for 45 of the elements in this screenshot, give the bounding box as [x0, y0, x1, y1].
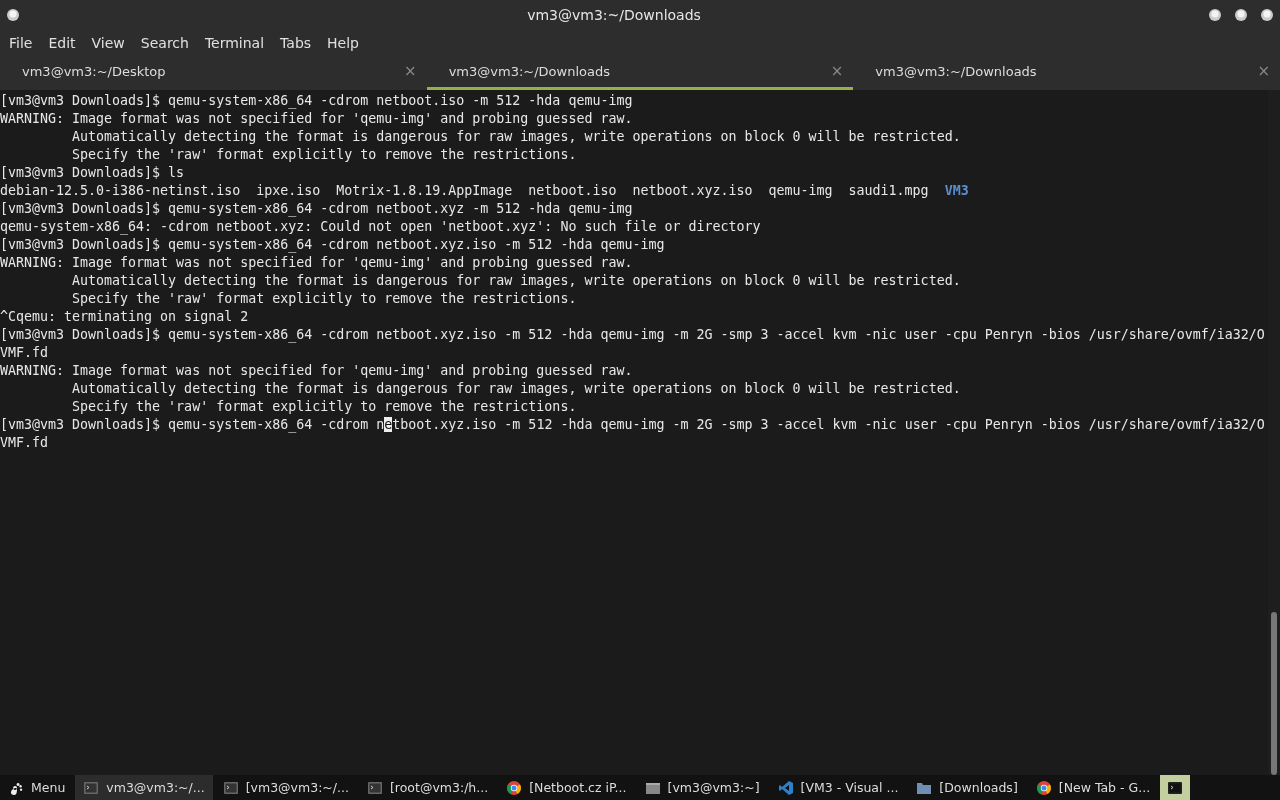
terminal-line: [vm3@vm3 Downloads]$ qemu-system-x86_64 -cdrom netboot.xyz.iso -m 512 -hda qemu-img: [0, 236, 666, 254]
terminal-line: [vm3@vm3 Downloads]$ qemu-system-x86_64 -cdrom netboot.xyz.iso -m 512 -hda qemu-img -m 2G -smp 3 -accel kvm -nic user -cpu Penryn -bios /usr/share/ovmf/ia32/O: [0, 416, 1266, 434]
terminal-line: [vm3@vm3 Downloads]$ ls: [0, 164, 186, 182]
menu-item[interactable]: Tabs: [273, 34, 319, 51]
taskbar-item[interactable]: [VM3 - Visual ...: [769, 775, 907, 800]
taskbar-item[interactable]: [vm3@vm3:~/...: [214, 775, 357, 800]
tab-close-button[interactable]: ×: [404, 62, 417, 80]
terminal-line: Automatically detecting the format is dangerous for raw images, write operations on block 0 will be restricted.: [71, 272, 962, 290]
terminal-tab[interactable]: vm3@vm3:~/Downloads ×: [853, 55, 1280, 90]
menu-item[interactable]: View: [84, 34, 132, 51]
taskbar-item[interactable]: [Netboot.cz iP...: [498, 775, 635, 800]
terminal-line: [vm3@vm3 Downloads]$ qemu-system-x86_64 -cdrom netboot.xyz.iso -m 512 -hda qemu-img -m 2G -smp 3 -accel kvm -nic user -cpu Penryn -bios /usr/share/ovmf/ia32/O: [0, 326, 1266, 344]
terminal-line: WARNING: Image format was not specified for 'qemu-img' and probing guessed raw.: [0, 254, 634, 272]
taskbar-item[interactable]: [New Tab - G...: [1027, 775, 1159, 800]
terminal-line: qemu-system-x86_64: -cdrom netboot.xyz: Could not open 'netboot.xyz': No such file or directory: [0, 218, 762, 236]
taskbar-item[interactable]: [vm3@vm3:~]: [636, 775, 768, 800]
taskbar-item[interactable]: vm3@vm3:~/...: [75, 775, 213, 800]
tab-close-button[interactable]: ×: [1257, 62, 1270, 80]
menu-item[interactable]: Search: [133, 34, 196, 51]
terminal-line: VMF.fd: [0, 344, 50, 362]
terminal-line: WARNING: Image format was not specified for 'qemu-img' and probing guessed raw.: [0, 362, 634, 380]
tab-label: vm3@vm3:~/Downloads: [875, 63, 1037, 79]
terminal-line: Automatically detecting the format is dangerous for raw images, write operations on block 0 will be restricted.: [71, 380, 962, 398]
terminal-line: Automatically detecting the format is dangerous for raw images, write operations on block 0 will be restricted.: [71, 128, 962, 146]
tab-label: vm3@vm3:~/Downloads: [448, 63, 610, 79]
menu-item[interactable]: Terminal: [197, 34, 272, 51]
menu-button[interactable]: Menu: [0, 775, 74, 800]
tab-label: vm3@vm3:~/Desktop: [22, 63, 166, 79]
terminal-line: [vm3@vm3 Downloads]$ qemu-system-x86_64 -cdrom netboot.iso -m 512 -hda qemu-img: [0, 92, 634, 110]
terminal-line: Specify the 'raw' format explicitly to remove the restrictions.: [71, 146, 578, 164]
terminal-line: VMF.fd: [0, 434, 50, 452]
terminal-line: debian-12.5.0-i386-netinst.iso ipxe.iso Motrix-1.8.19.AppImage netboot.iso netboot.xyz.iso qemu-img saudi1.mpg VM3: [0, 182, 970, 200]
terminal-line: [vm3@vm3 Downloads]$ qemu-system-x86_64 -cdrom netboot.xyz -m 512 -hda qemu-img: [0, 200, 634, 218]
terminal-line: ^Cqemu: terminating on signal 2: [0, 308, 250, 326]
taskbar-item[interactable]: [root@vm3:/h...: [358, 775, 497, 800]
tab-close-button[interactable]: ×: [830, 62, 844, 80]
terminal-tab[interactable]: vm3@vm3:~/Desktop ×: [0, 55, 427, 90]
taskbar-item[interactable]: [Downloads]: [908, 775, 1026, 800]
terminal-line: Specify the 'raw' format explicitly to remove the restrictions.: [71, 398, 578, 416]
terminal-line: Specify the 'raw' format explicitly to remove the restrictions.: [71, 290, 578, 308]
menu-item[interactable]: Edit: [41, 34, 83, 51]
window-title: vm3@vm3:~/Downloads: [527, 7, 701, 23]
menu-item[interactable]: File: [2, 34, 40, 51]
menu-item[interactable]: Help: [320, 34, 366, 51]
terminal-line: WARNING: Image format was not specified for 'qemu-img' and probing guessed raw.: [0, 110, 634, 128]
